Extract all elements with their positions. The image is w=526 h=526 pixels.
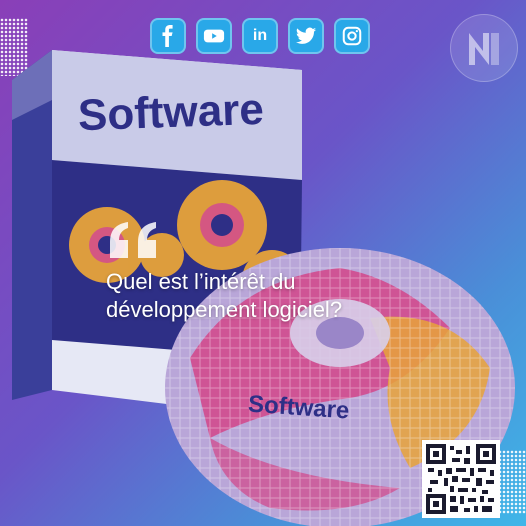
box-label: Software [77, 84, 265, 141]
brand-logo [450, 14, 518, 82]
instagram-icon[interactable] [334, 18, 370, 54]
poster: in Software Software Quel est l’intérêt … [0, 0, 526, 526]
quote-icon [106, 220, 166, 264]
headline: Quel est l’intérêt du développement logi… [106, 268, 446, 324]
headline-line-1: Quel est l’intérêt du [106, 269, 296, 294]
brand-logo-icon [469, 33, 499, 65]
headline-line-2: développement logiciel? [106, 297, 343, 322]
qr-code-icon [426, 444, 496, 514]
qr-code[interactable] [422, 440, 500, 518]
